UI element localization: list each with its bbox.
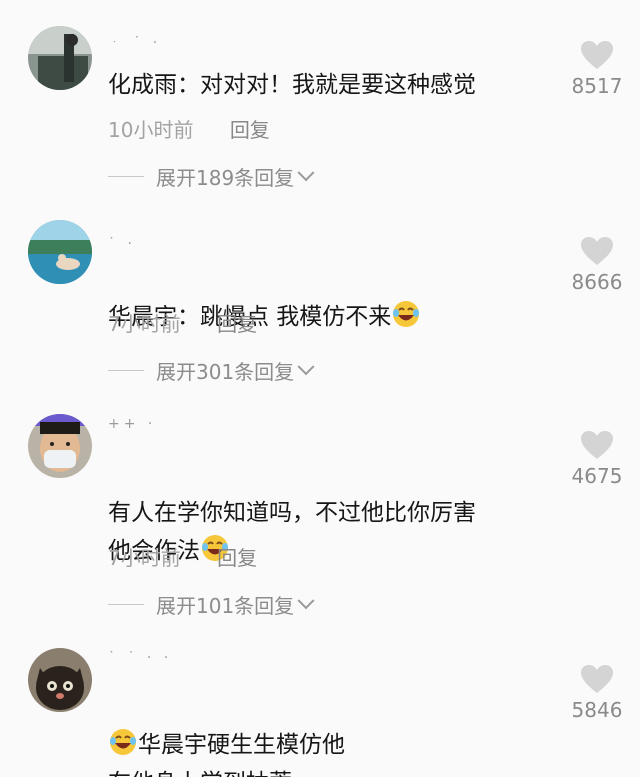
chevron-down-icon xyxy=(297,357,315,375)
divider-line xyxy=(108,604,144,605)
heart-icon xyxy=(581,431,613,459)
username[interactable]: ᆞ ˙ · xyxy=(108,32,161,52)
comment-time: 7小时前 xyxy=(108,546,181,570)
expand-replies-label: 展开189条回复 xyxy=(156,166,295,190)
comment-time: 10小时前 xyxy=(108,118,194,142)
expand-replies-button[interactable]: 展开301条回复 xyxy=(108,356,315,385)
comment-meta: 10小时前 回复 xyxy=(108,114,270,143)
heart-icon xyxy=(581,41,613,69)
like-count: 8517 xyxy=(571,74,623,98)
like-button[interactable]: 5846 xyxy=(566,664,628,722)
avatar[interactable] xyxy=(28,220,92,284)
avatar[interactable] xyxy=(28,26,92,90)
username[interactable]: ˙ · xyxy=(108,236,136,252)
comment-meta: 7小时前 回复 xyxy=(108,542,257,571)
chevron-down-icon xyxy=(297,163,315,181)
reply-button[interactable]: 回复 xyxy=(230,118,270,142)
reply-button[interactable]: 回复 xyxy=(217,312,257,336)
comment-text-content: 华晨宇硬生生模仿他 在他身上学到抽蓄 xyxy=(108,732,345,777)
chevron-down-icon xyxy=(297,591,315,609)
like-button[interactable]: 8666 xyxy=(566,236,628,294)
comment-list: ᆞ ˙ · 化成雨：对对对！我就是要这种感觉 10小时前 回复 展开189条回复… xyxy=(0,0,640,777)
avatar[interactable] xyxy=(28,648,92,712)
like-button[interactable]: 4675 xyxy=(566,430,628,488)
username[interactable]: ++ · xyxy=(108,416,156,432)
username[interactable]: ˙ ˙ · · xyxy=(108,650,172,666)
like-count: 8666 xyxy=(571,270,623,294)
like-count: 4675 xyxy=(571,464,623,488)
comment-text: 化成雨：对对对！我就是要这种感觉 xyxy=(108,72,476,98)
laughing-crying-icon xyxy=(391,299,421,329)
expand-replies-label: 展开301条回复 xyxy=(156,360,295,384)
expand-replies-label: 展开101条回复 xyxy=(156,594,295,618)
comment-text: 华晨宇硬生生模仿他 在他身上学到抽蓄 xyxy=(108,688,558,777)
heart-icon xyxy=(581,237,613,265)
heart-icon xyxy=(581,665,613,693)
comment-meta: 7小时前 回复 xyxy=(108,308,257,337)
laughing-crying-icon xyxy=(108,727,138,757)
reply-button[interactable]: 回复 xyxy=(217,546,257,570)
expand-replies-button[interactable]: 展开189条回复 xyxy=(108,162,315,191)
like-button[interactable]: 8517 xyxy=(566,40,628,98)
expand-replies-button[interactable]: 展开101条回复 xyxy=(108,590,315,619)
comment-time: 7小时前 xyxy=(108,312,181,336)
divider-line xyxy=(108,176,144,177)
like-count: 5846 xyxy=(571,698,623,722)
divider-line xyxy=(108,370,144,371)
avatar[interactable] xyxy=(28,414,92,478)
